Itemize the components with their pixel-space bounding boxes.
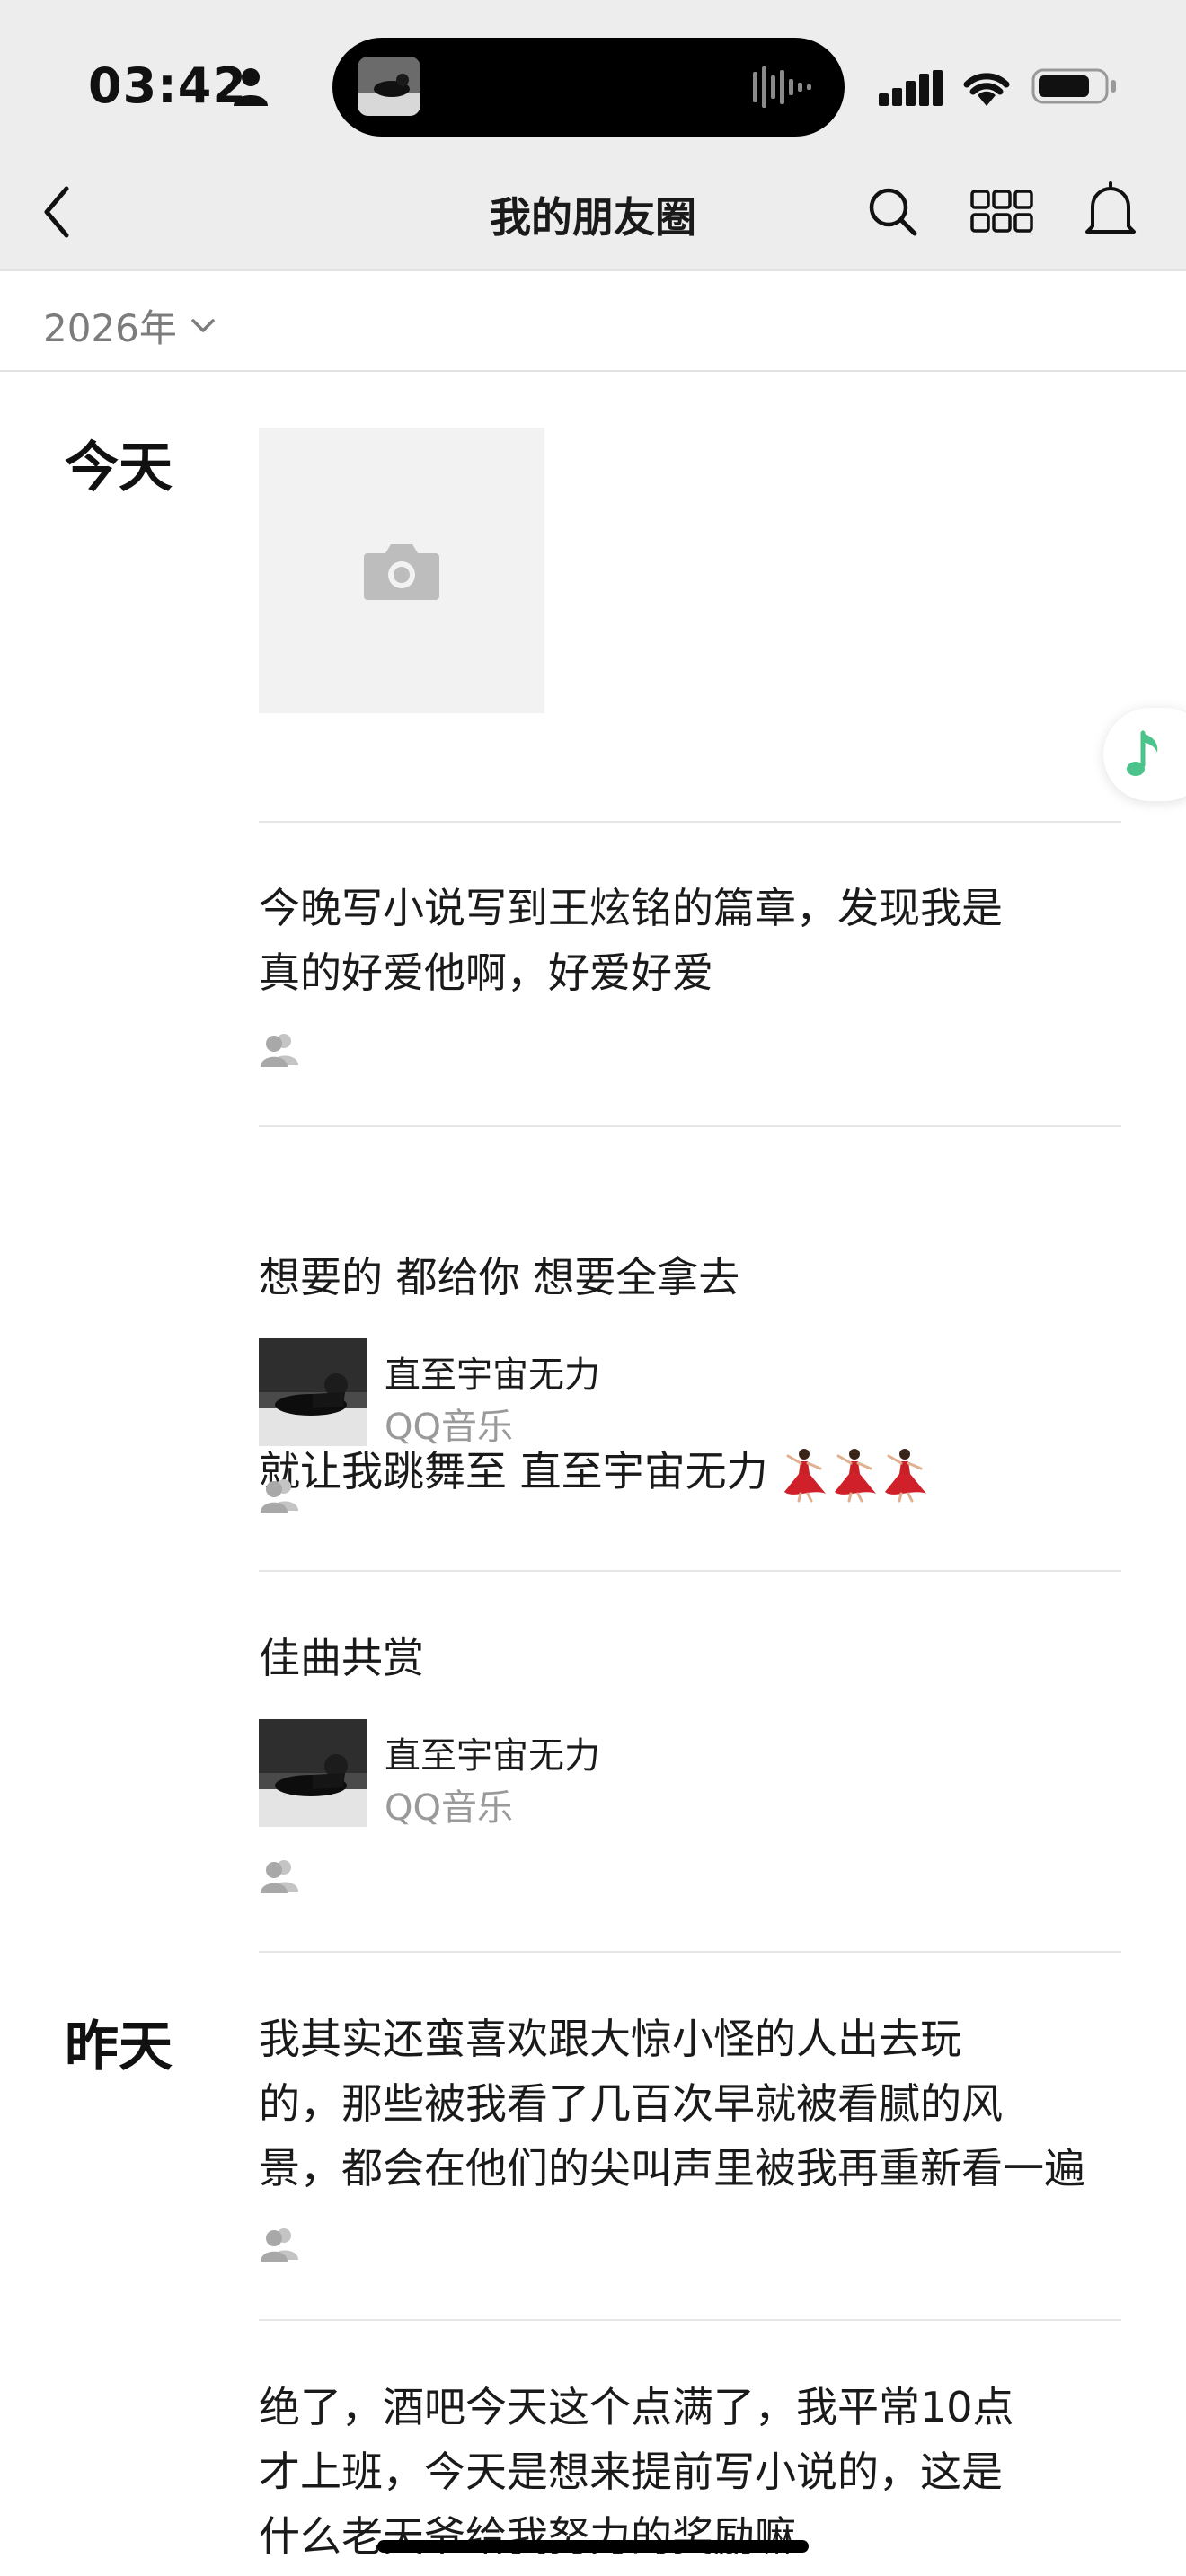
- music-note-icon: [1127, 730, 1158, 776]
- chevron-down-icon: [191, 318, 215, 332]
- battery-icon: [1031, 68, 1116, 104]
- dancer-icon: [834, 1448, 876, 1502]
- search-icon[interactable]: [866, 185, 920, 239]
- day-label-today: 今天: [65, 437, 173, 499]
- year-dropdown[interactable]: 2026年: [43, 298, 217, 353]
- dynamic-island[interactable]: [332, 38, 845, 137]
- dancer-emoji-group: [781, 1447, 928, 1503]
- album-cover: [259, 1719, 367, 1827]
- post-divider: [259, 821, 1121, 823]
- year-label: 2026年: [43, 306, 177, 350]
- status-time: 03:42: [88, 57, 247, 114]
- wifi-icon: [963, 73, 1010, 106]
- album-cover: [259, 1338, 367, 1446]
- camera-icon: [364, 544, 439, 600]
- dancer-icon: [783, 1448, 826, 1502]
- music-title: 直至宇宙无力: [385, 1735, 600, 1777]
- dancer-icon: [884, 1448, 926, 1502]
- cellular-signal-icon: [879, 70, 943, 106]
- moments-page: 03:42 我的朋友圈 2026年 今天 今晚写小说写到王炫铭的篇章，发现我是 …: [0, 0, 1186, 2576]
- post-text-line: 想要的 都给你 想要全拿去: [259, 1253, 740, 1301]
- music-source: QQ音乐: [385, 1787, 513, 1829]
- post-text[interactable]: 佳曲共赏: [259, 1626, 1121, 1690]
- post-text-line-content: 就让我跳舞至 直至宇宙无力: [259, 1447, 768, 1495]
- post-divider: [259, 1951, 1121, 1953]
- day-label-yesterday: 昨天: [65, 2016, 173, 2078]
- music-source: QQ音乐: [385, 1407, 513, 1448]
- post-divider: [259, 1570, 1121, 1572]
- music-share-card[interactable]: 直至宇宙无力 QQ音乐: [259, 1338, 978, 1448]
- home-indicator[interactable]: [377, 2540, 809, 2553]
- year-filter-bar: 2026年: [0, 269, 1186, 372]
- post-divider: [259, 2319, 1121, 2321]
- music-share-card[interactable]: 直至宇宙无力 QQ音乐: [259, 1719, 978, 1829]
- visibility-friends-icon: [261, 2228, 298, 2262]
- post-divider: [259, 1125, 1121, 1127]
- now-playing-artwork: [358, 57, 420, 116]
- visibility-friends-icon: [261, 1479, 298, 1513]
- post-text[interactable]: 我其实还蛮喜欢跟大惊小怪的人出去玩 的，那些被我看了几百次早就被看腻的风 景，都…: [259, 2007, 1121, 2201]
- music-title: 直至宇宙无力: [385, 1354, 600, 1396]
- album-grid-icon[interactable]: [970, 189, 1033, 234]
- post-text[interactable]: 今晚写小说写到王炫铭的篇章，发现我是 真的好爱他啊，好爱好爱: [259, 876, 1121, 1005]
- bell-icon[interactable]: [1084, 180, 1137, 243]
- audio-waveform-icon: [753, 66, 811, 108]
- visibility-friends-icon: [261, 1034, 298, 1067]
- visibility-friends-icon: [261, 1860, 298, 1893]
- floating-music-button[interactable]: [1103, 708, 1186, 801]
- person-icon: [234, 68, 268, 106]
- post-photo-placeholder[interactable]: [259, 428, 544, 713]
